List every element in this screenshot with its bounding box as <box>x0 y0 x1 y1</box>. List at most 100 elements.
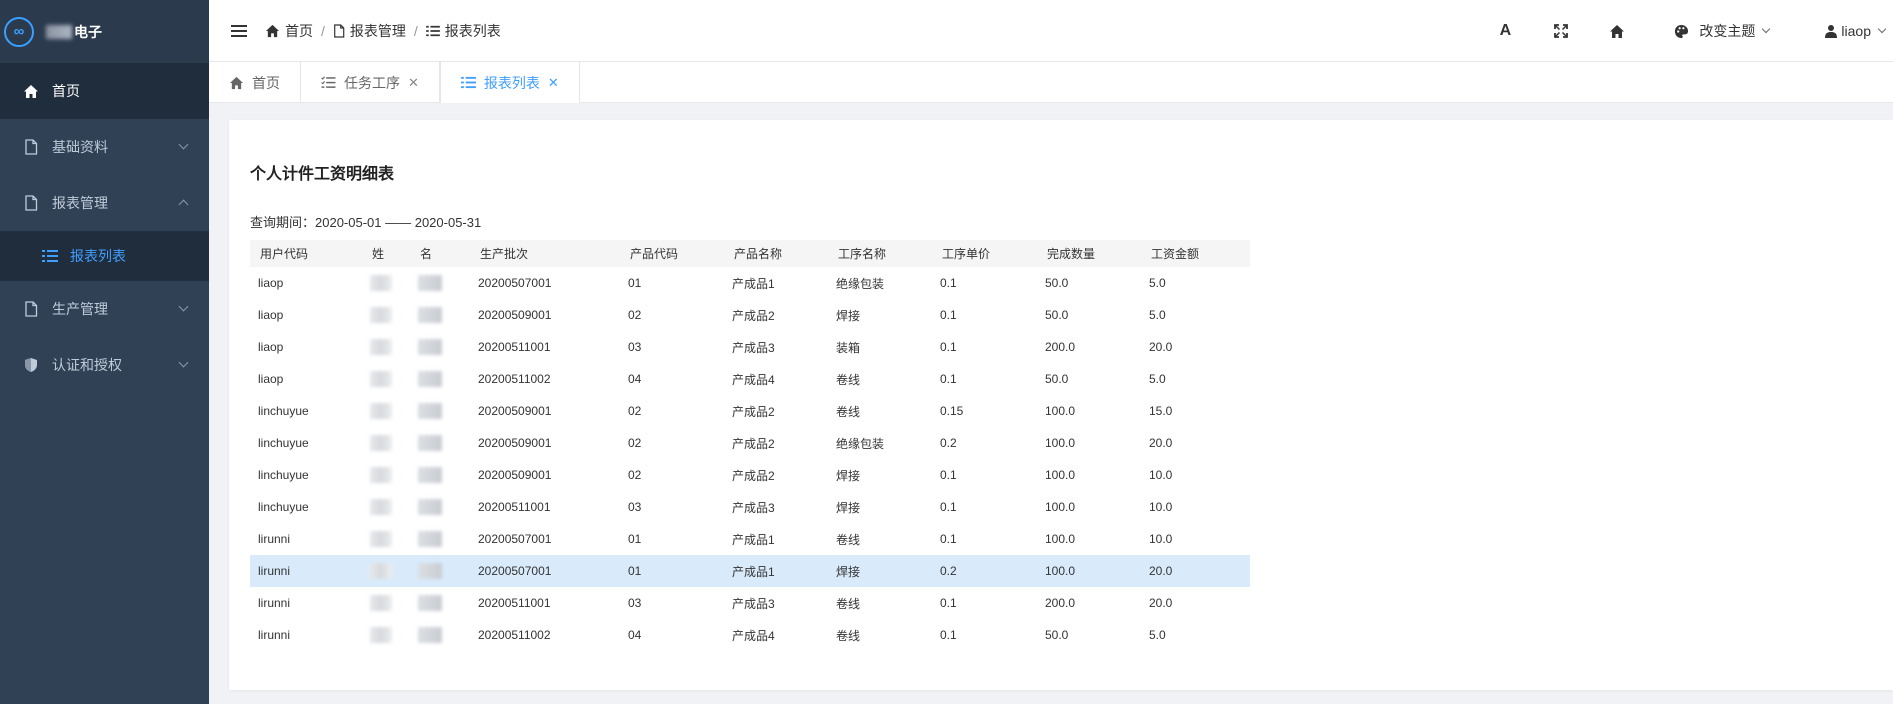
table-cell: 0.1 <box>940 596 957 610</box>
close-icon[interactable]: ✕ <box>548 75 559 91</box>
table-cell <box>410 555 470 587</box>
document-icon <box>22 300 40 318</box>
table-cell: 03 <box>628 596 642 610</box>
redacted-name <box>370 531 392 547</box>
redacted-name <box>418 339 442 355</box>
table-cell: 20200507001 <box>478 276 552 290</box>
table-cell: 100.0 <box>1045 468 1076 482</box>
redacted-name <box>370 339 392 355</box>
table-cell: 50.0 <box>1045 308 1069 322</box>
table-cell: 产成品2 <box>732 436 775 451</box>
sidebar-item-label: 报表列表 <box>70 248 126 264</box>
table-cell: 03 <box>628 500 642 514</box>
table-cell: 卷线 <box>836 404 861 419</box>
table-cell: 01 <box>628 276 642 290</box>
sidebar-item-basic-data[interactable]: 基础资料 <box>0 119 209 175</box>
logo-text: 电子 <box>74 23 102 40</box>
table-cell: 产成品2 <box>732 308 775 323</box>
tab-report-list[interactable]: 报表列表 ✕ <box>439 62 580 103</box>
table-row[interactable]: linchuyue 20200509001 02 产成品2 绝缘包装 0.2 100.0 20… <box>250 427 1250 459</box>
table-row[interactable]: lirunni 20200511002 04 产成品4 卷线 0.1 50.0 5.0 <box>250 619 1250 651</box>
column-header[interactable]: 工序单价 <box>932 240 1037 267</box>
table-cell <box>410 587 470 619</box>
table-cell: 产成品4 <box>732 628 775 643</box>
table-cell <box>410 267 470 299</box>
column-header[interactable]: 完成数量 <box>1037 240 1141 267</box>
table-cell: liaop <box>258 308 284 322</box>
column-header[interactable]: 用户代码 <box>250 240 362 267</box>
table-cell: linchuyue <box>258 500 309 514</box>
query-period: 查询期间：2020-05-01 —— 2020-05-31 <box>250 215 482 230</box>
top-navbar: 首页 / 报表管理 / 报表列表 A 改变主题 liaop <box>209 0 1893 62</box>
logo[interactable]: ∞ 电子 <box>0 0 209 63</box>
table-row[interactable]: lirunni 20200507001 01 产成品1 焊接 0.2 100.0 20.0 <box>250 555 1250 587</box>
sidebar-item-report-list[interactable]: 报表列表 <box>0 231 209 281</box>
column-header[interactable]: 工资金额 <box>1141 240 1250 267</box>
table-cell: 02 <box>628 404 642 418</box>
table-row[interactable]: linchuyue 20200509001 02 产成品2 卷线 0.15 100.0 15.… <box>250 395 1250 427</box>
column-header[interactable]: 产品代码 <box>620 240 724 267</box>
table-header-row: 用户代码姓名生产批次 产品代码 产品名称 工序名称 工序单价 完成数量 工资金额 <box>250 240 1250 267</box>
table-cell: 01 <box>628 532 642 546</box>
sidebar-item-auth[interactable]: 认证和授权 <box>0 337 209 393</box>
table-cell: 产成品1 <box>732 532 775 547</box>
table-row[interactable]: linchuyue 20200511001 03 产成品3 焊接 0.1 100.0 10.0 <box>250 491 1250 523</box>
sidebar-item-label: 基础资料 <box>52 139 108 155</box>
table-cell: 0.1 <box>940 500 957 514</box>
table-cell <box>362 555 410 587</box>
table-cell: 0.1 <box>940 532 957 546</box>
column-header[interactable]: 工序名称 <box>828 240 932 267</box>
breadcrumb-home[interactable]: 首页 <box>265 21 313 41</box>
table-cell <box>410 299 470 331</box>
table-cell: 20200511001 <box>478 596 551 610</box>
table-cell: 20200511001 <box>478 500 551 514</box>
change-theme-dropdown[interactable]: 改变主题 <box>1674 21 1771 41</box>
table-row[interactable]: liaop 20200507001 01 产成品1 绝缘包装 0.1 50.0 5.0 <box>250 267 1250 299</box>
table-cell <box>410 491 470 523</box>
sidebar-item-production-management[interactable]: 生产管理 <box>0 281 209 337</box>
redacted-name <box>370 499 392 515</box>
list-icon <box>42 249 58 263</box>
sidebar-item-home[interactable]: 首页 <box>0 63 209 119</box>
user-dropdown[interactable]: liaop <box>1825 23 1887 39</box>
column-header[interactable]: 名 <box>410 240 470 267</box>
breadcrumb-report-list: 报表列表 <box>425 21 501 41</box>
table-row[interactable]: linchuyue 20200509001 02 产成品2 焊接 0.1 100.0 10.0 <box>250 459 1250 491</box>
breadcrumb-report-management[interactable]: 报表管理 <box>333 21 406 41</box>
tab-home[interactable]: 首页 <box>209 62 301 103</box>
table-cell: 0.1 <box>940 468 957 482</box>
redacted-name <box>418 275 442 291</box>
column-header[interactable]: 产品名称 <box>724 240 828 267</box>
redacted-name <box>370 563 392 579</box>
infinity-logo-icon: ∞ <box>4 16 34 47</box>
home-icon[interactable] <box>1608 22 1626 40</box>
column-header[interactable]: 生产批次 <box>470 240 620 267</box>
user-icon <box>1825 24 1838 38</box>
table-cell <box>362 459 410 491</box>
home-icon <box>265 24 280 38</box>
close-icon[interactable]: ✕ <box>408 75 419 91</box>
table-row[interactable]: lirunni 20200511001 03 产成品3 卷线 0.1 200.0 20.0 <box>250 587 1250 619</box>
column-header[interactable]: 姓 <box>362 240 410 267</box>
table-row[interactable]: lirunni 20200507001 01 产成品1 卷线 0.1 100.0 10.0 <box>250 523 1250 555</box>
tab-task-process[interactable]: 任务工序 ✕ <box>301 62 440 103</box>
redacted-name <box>418 371 442 387</box>
table-row[interactable]: liaop 20200511001 03 产成品3 装箱 0.1 200.0 20.0 <box>250 331 1250 363</box>
hamburger-menu-icon[interactable] <box>231 22 247 40</box>
table-row[interactable]: liaop 20200509001 02 产成品2 焊接 0.1 50.0 5.0 <box>250 299 1250 331</box>
sidebar-item-label: 生产管理 <box>52 301 108 317</box>
sidebar-item-label: 认证和授权 <box>52 357 122 373</box>
fullscreen-icon[interactable] <box>1552 22 1570 40</box>
table-cell: 50.0 <box>1045 372 1069 386</box>
table-cell: 20.0 <box>1149 340 1173 354</box>
report-title: 个人计件工资明细表 <box>250 166 395 183</box>
table-row[interactable]: liaop 20200511002 04 产成品4 卷线 0.1 50.0 5.0 <box>250 363 1250 395</box>
sidebar-item-report-management[interactable]: 报表管理 <box>0 175 209 231</box>
font-size-icon[interactable]: A <box>1496 22 1514 40</box>
table-cell: 20200511002 <box>478 628 551 642</box>
breadcrumb-label: 首页 <box>285 22 313 39</box>
sidebar: ∞ 电子 首页 基础资料 报表管理 报表列表 生产管理 认证和授权 <box>0 0 209 704</box>
table-cell <box>410 523 470 555</box>
table-cell: 0.1 <box>940 276 957 290</box>
table-cell <box>362 363 410 395</box>
